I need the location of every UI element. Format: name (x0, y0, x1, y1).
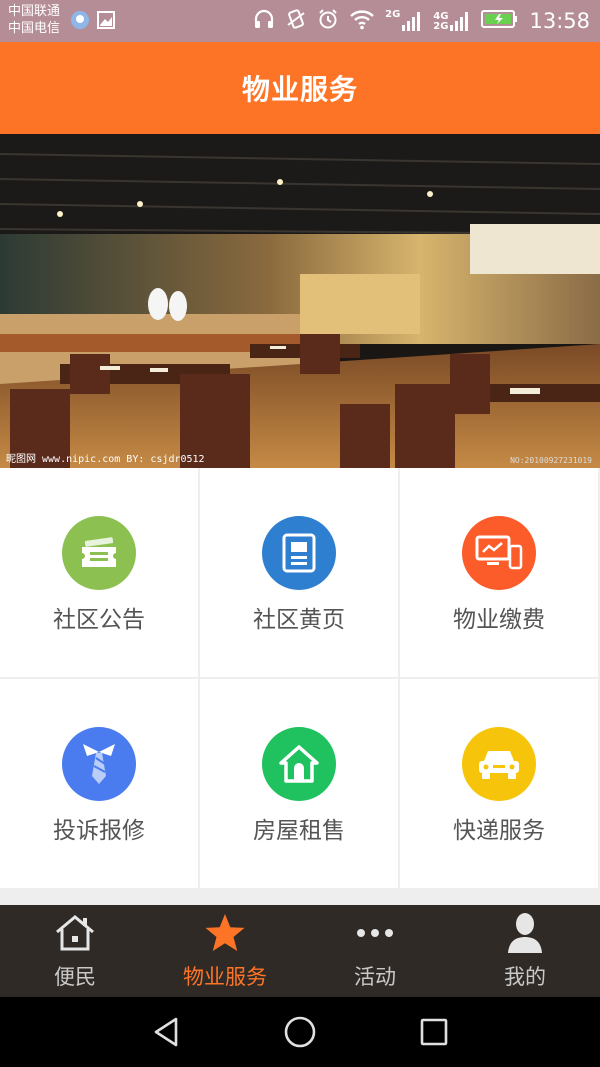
banner-watermark-id: NO:20100927231019 (510, 456, 592, 465)
alarm-icon (317, 8, 339, 34)
tab-property-service[interactable]: 物业服务 (150, 905, 300, 997)
banner-watermark: 昵图网 www.nipic.com BY: csjdr0512 (6, 454, 205, 465)
grid-label-community-notice: 社区公告 (53, 607, 145, 633)
status-bar: 中国联通 中国电信 2G 4G 2G 13:58 (0, 0, 600, 42)
chat-bubble-icon (70, 10, 90, 34)
house-icon (262, 727, 336, 801)
grid-label-house-rental: 房屋租售 (253, 818, 345, 844)
star-icon (204, 913, 246, 953)
more-dots-icon (355, 913, 395, 953)
tab-label-property-service: 物业服务 (183, 965, 267, 989)
necktie-icon (62, 727, 136, 801)
grid-label-property-payment: 物业缴费 (453, 607, 545, 633)
wifi-icon (349, 8, 375, 34)
system-nav-bar (0, 997, 600, 1067)
net-label-2g: 2G (385, 9, 401, 20)
signal-bars-icon-2 (450, 12, 469, 31)
home-button-icon[interactable] (282, 1014, 318, 1050)
home-icon (53, 913, 97, 953)
signal-bars-icon (402, 12, 421, 31)
grid-label-complaint-repair: 投诉报修 (53, 818, 145, 844)
battery-icon (481, 9, 519, 33)
grid-label-yellow-pages: 社区黄页 (253, 607, 345, 633)
signal-2g: 2G (385, 10, 423, 32)
car-icon (462, 727, 536, 801)
tab-convenience[interactable]: 便民 (0, 905, 150, 997)
document-icon (262, 516, 336, 590)
ticket-icon (62, 516, 136, 590)
monitor-phone-icon (462, 516, 536, 590)
bottom-tab-bar: 便民 物业服务 活动 我的 (0, 905, 600, 997)
user-icon (506, 913, 544, 953)
banner-image[interactable]: 昵图网 www.nipic.com BY: csjdr0512 NO:20100… (0, 134, 600, 468)
grid-item-house-rental[interactable]: 房屋租售 (200, 679, 398, 888)
grid-item-property-payment[interactable]: 物业缴费 (400, 468, 598, 677)
grid-item-community-notice[interactable]: 社区公告 (0, 468, 198, 677)
headphones-icon (253, 8, 275, 34)
carrier-labels: 中国联通 中国电信 (8, 3, 60, 37)
grid-item-yellow-pages[interactable]: 社区黄页 (200, 468, 398, 677)
status-time: 13:58 (529, 9, 590, 33)
tab-label-convenience: 便民 (54, 965, 96, 989)
grid-label-express-service: 快递服务 (453, 818, 545, 844)
carrier-1: 中国联通 (8, 4, 61, 19)
tab-mine[interactable]: 我的 (450, 905, 600, 997)
back-icon[interactable] (148, 1014, 184, 1050)
status-notification-icons (70, 10, 116, 34)
grid-item-complaint-repair[interactable]: 投诉报修 (0, 679, 198, 888)
signal-4g: 4G 2G (433, 10, 471, 32)
status-right-group: 2G 4G 2G 13:58 (253, 8, 590, 34)
net-label-2g-second: 2G (433, 21, 449, 32)
tab-activities[interactable]: 活动 (300, 905, 450, 997)
restaurant-photo (0, 134, 600, 468)
carrier-2: 中国电信 (8, 21, 61, 36)
tab-label-activities: 活动 (354, 965, 396, 989)
recent-apps-icon[interactable] (416, 1014, 452, 1050)
vibrate-icon (285, 8, 307, 34)
app-header: 物业服务 (0, 42, 600, 134)
page-title: 物业服务 (241, 73, 358, 106)
image-icon (96, 10, 116, 34)
grid-item-express-service[interactable]: 快递服务 (400, 679, 598, 888)
service-grid: 社区公告 社区黄页 物业缴费 投诉报修 房屋租售 快递服务 (0, 468, 600, 905)
tab-label-mine: 我的 (504, 965, 546, 989)
